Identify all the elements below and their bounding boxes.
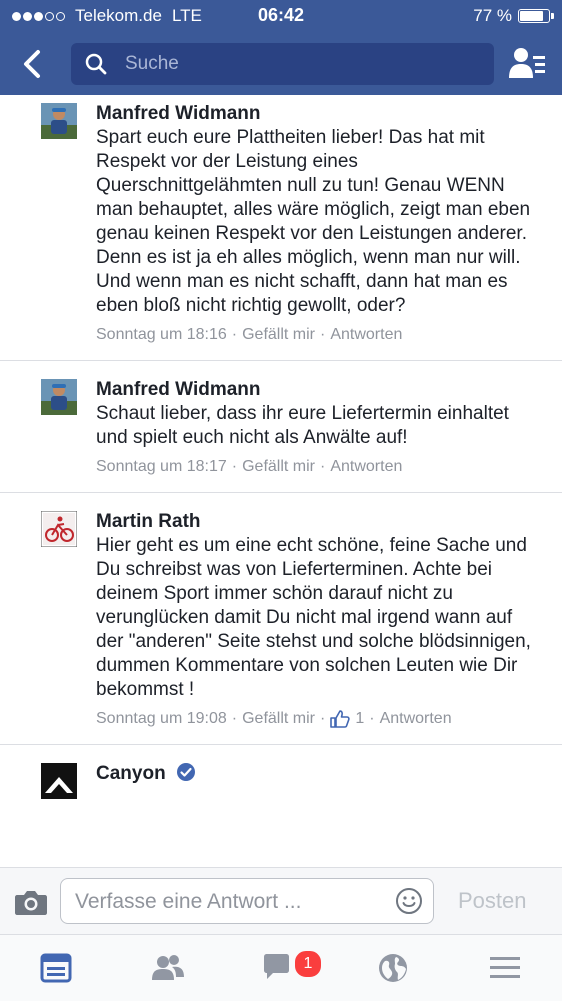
comment-text-truncated <box>96 786 544 800</box>
comment-timestamp[interactable]: Sonntag um 18:17 <box>96 456 227 478</box>
notifications-globe-icon <box>379 954 407 982</box>
smiley-icon <box>396 888 422 914</box>
comment-author[interactable]: Canyon <box>96 763 166 784</box>
reply-link[interactable]: Antworten <box>380 708 452 730</box>
like-link[interactable]: Gefällt mir <box>242 456 315 478</box>
comment-author[interactable]: Martin Rath <box>96 507 544 534</box>
comment-meta: Sonntag um 18:17 · Gefällt mir · Antwort… <box>96 456 544 478</box>
reply-box[interactable] <box>60 878 434 924</box>
comment-text: Hier geht es um eine echt schöne, feine … <box>96 535 531 700</box>
camera-icon <box>15 891 47 915</box>
tab-friends[interactable] <box>150 951 186 985</box>
like-thumb-icon <box>330 710 351 728</box>
search-bar[interactable] <box>71 43 494 85</box>
avatar[interactable] <box>41 103 77 139</box>
comment-author[interactable]: Manfred Widmann <box>96 375 544 402</box>
avatar[interactable] <box>41 379 77 415</box>
tab-news-feed[interactable] <box>39 951 75 985</box>
comment-meta: Sonntag um 18:16 · Gefällt mir · Antwort… <box>96 324 544 346</box>
friends-icon <box>152 955 184 980</box>
tab-notifications[interactable] <box>376 951 412 985</box>
reply-input[interactable] <box>73 889 377 915</box>
search-input[interactable] <box>123 52 467 76</box>
comment-text: Schaut lieber, dass ihr eure Liefertermi… <box>96 403 509 448</box>
tab-bar: 1 <box>0 934 562 1001</box>
reply-link[interactable]: Antworten <box>330 324 402 346</box>
post-button[interactable]: Posten <box>458 888 527 914</box>
battery-icon <box>518 9 554 23</box>
status-bar: Telekom.de LTE 06:42 77 % <box>0 0 562 33</box>
messages-badge: 1 <box>293 949 323 979</box>
reply-composer: Posten <box>0 867 562 935</box>
camera-button[interactable] <box>14 888 48 916</box>
verified-badge-icon <box>176 762 195 781</box>
news-feed-icon <box>40 953 72 983</box>
like-link[interactable]: Gefällt mir <box>242 708 315 730</box>
menu-icon <box>490 957 520 978</box>
comment-text: Spart euch eure Plattheiten lieber! Das … <box>96 127 531 316</box>
comment: Martin Rath Hier geht es um eine echt sc… <box>0 493 562 745</box>
comment: Manfred Widmann Schaut lieber, dass ihr … <box>0 361 562 493</box>
friend-requests-icon <box>509 48 545 78</box>
battery-percent: 77 % <box>473 6 512 25</box>
reply-link[interactable]: Antworten <box>330 456 402 478</box>
comment-author[interactable]: Manfred Widmann <box>96 99 544 126</box>
avatar[interactable] <box>41 763 77 799</box>
like-count[interactable]: 1 <box>330 708 364 730</box>
avatar[interactable] <box>41 511 77 547</box>
navigation-bar <box>0 33 562 95</box>
search-icon <box>85 53 107 75</box>
like-count-value: 1 <box>355 710 365 727</box>
comment: Canyon <box>0 745 562 814</box>
friend-requests-button[interactable] <box>508 45 546 81</box>
comment-author-row: Canyon <box>96 759 544 786</box>
comment-list: Manfred Widmann Spart euch eure Platthei… <box>0 95 562 867</box>
tab-menu[interactable] <box>488 951 524 985</box>
comment-timestamp[interactable]: Sonntag um 19:08 <box>96 708 227 730</box>
comment-timestamp[interactable]: Sonntag um 18:16 <box>96 324 227 346</box>
back-arrow-icon <box>24 50 40 78</box>
battery-info: 77 % <box>473 6 554 26</box>
back-button[interactable] <box>18 48 48 80</box>
emoji-button[interactable] <box>395 887 423 915</box>
comment: Manfred Widmann Spart euch eure Platthei… <box>0 95 562 361</box>
like-link[interactable]: Gefällt mir <box>242 324 315 346</box>
comment-meta: Sonntag um 19:08 · Gefällt mir · 1 · Ant… <box>96 708 544 730</box>
